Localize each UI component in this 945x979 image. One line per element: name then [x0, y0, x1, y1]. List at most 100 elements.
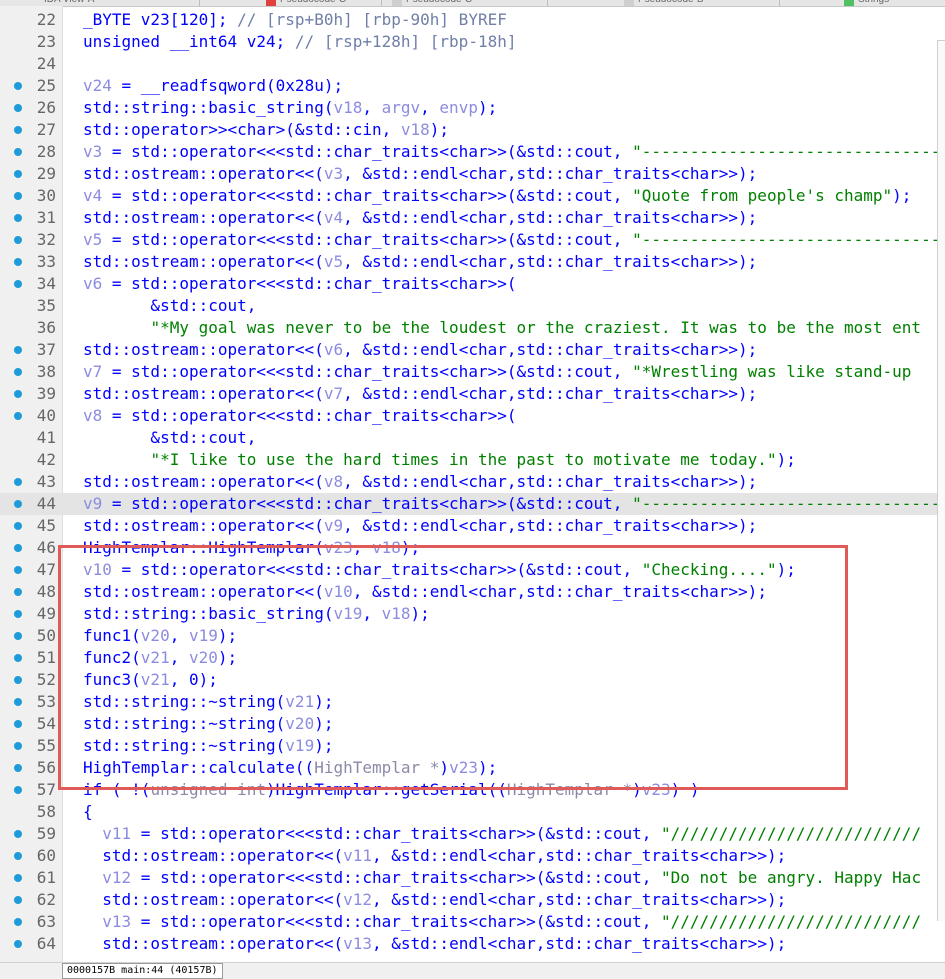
- code-line[interactable]: 58 {: [0, 801, 945, 823]
- line-number: 36: [36, 318, 56, 337]
- pseudocode-editor[interactable]: 22 _BYTE v23[120]; // [rsp+B0h] [rbp-90h]…: [0, 6, 945, 962]
- code-line[interactable]: 63 v13 = std::operator<<<std::char_trait…: [0, 911, 945, 933]
- breakpoint-dot-icon[interactable]: [14, 918, 22, 926]
- breakpoint-dot-icon[interactable]: [14, 280, 22, 288]
- breakpoint-dot-icon[interactable]: [14, 192, 22, 200]
- code-lines: 22 _BYTE v23[120]; // [rsp+B0h] [rbp-90h]…: [0, 9, 945, 955]
- breakpoint-dot-icon[interactable]: [14, 830, 22, 838]
- code-line[interactable]: 39 std::ostream::operator<<(v7, &std::end…: [0, 383, 945, 405]
- breakpoint-dot-icon[interactable]: [14, 522, 22, 530]
- code-text: std::ostream::operator<<(v3, &std::endl<…: [83, 163, 757, 185]
- code-line[interactable]: 22 _BYTE v23[120]; // [rsp+B0h] [rbp-90h]…: [0, 9, 945, 31]
- highlight-annotation-box: [58, 545, 848, 790]
- breakpoint-dot-icon[interactable]: [14, 544, 22, 552]
- variable-token: v9: [83, 494, 103, 513]
- code-text: std::ostream::operator<<(v12, &std::endl…: [83, 889, 786, 911]
- code-line[interactable]: 37 std::ostream::operator<<(v6, &std::end…: [0, 339, 945, 361]
- breakpoint-dot-icon[interactable]: [14, 236, 22, 244]
- code-line[interactable]: 32 v5 = std::operator<<<std::char_traits<…: [0, 229, 945, 251]
- code-line[interactable]: 40 v8 = std::operator<<<std::char_traits<…: [0, 405, 945, 427]
- code-text: std::operator>><char>(&std::cin, v18);: [83, 119, 449, 141]
- breakpoint-dot-icon[interactable]: [14, 566, 22, 574]
- breakpoint-dot-icon[interactable]: [14, 104, 22, 112]
- code-line[interactable]: 62 std::ostream::operator<<(v12, &std::e…: [0, 889, 945, 911]
- code-line[interactable]: 43 std::ostream::operator<<(v8, &std::end…: [0, 471, 945, 493]
- breakpoint-dot-icon[interactable]: [14, 676, 22, 684]
- code-token: , &std::endl<char,std::char_traits<char>…: [343, 516, 758, 535]
- code-line[interactable]: 34 v6 = std::operator<<<std::char_traits<…: [0, 273, 945, 295]
- breakpoint-dot-icon[interactable]: [14, 214, 22, 222]
- code-token: );: [429, 120, 450, 139]
- code-line[interactable]: 23 unsigned __int64 v24; // [rsp+128h] [r…: [0, 31, 945, 53]
- breakpoint-dot-icon[interactable]: [14, 368, 22, 376]
- breakpoint-dot-icon[interactable]: [14, 126, 22, 134]
- breakpoint-dot-icon[interactable]: [14, 82, 22, 90]
- tab-label: IDA View-A: [44, 0, 94, 5]
- code-line[interactable]: 61 v12 = std::operator<<<std::char_trait…: [0, 867, 945, 889]
- breakpoint-dot-icon[interactable]: [14, 632, 22, 640]
- code-line[interactable]: 29 std::ostream::operator<<(v3, &std::end…: [0, 163, 945, 185]
- line-number: 63: [36, 912, 56, 931]
- breakpoint-dot-icon[interactable]: [14, 258, 22, 266]
- code-token: , &std::endl<char,std::char_traits<char>…: [343, 208, 758, 227]
- string-literal: "*I like to use the hard times in the pa…: [150, 450, 777, 469]
- line-number: 61: [36, 868, 56, 887]
- code-line[interactable]: 59 v11 = std::operator<<<std::char_trait…: [0, 823, 945, 845]
- variable-token: v11: [343, 846, 372, 865]
- code-text: std::ostream::operator<<(v5, &std::endl<…: [83, 251, 757, 273]
- code-line[interactable]: 38 v7 = std::operator<<<std::char_traits<…: [0, 361, 945, 383]
- breakpoint-dot-icon[interactable]: [14, 896, 22, 904]
- breakpoint-dot-icon[interactable]: [14, 742, 22, 750]
- variable-token: v6: [83, 274, 103, 293]
- code-line[interactable]: 24: [0, 53, 945, 75]
- code-token: = std::operator<<<std::char_traits<char>…: [102, 142, 633, 161]
- code-text: v24 = __readfsqword(0x28u);: [83, 75, 343, 97]
- code-line[interactable]: 26 std::string::basic_string(v18, argv, e…: [0, 97, 945, 119]
- breakpoint-dot-icon[interactable]: [14, 346, 22, 354]
- code-line[interactable]: 41 &std::cout,: [0, 427, 945, 449]
- code-token: std::ostream::operator<<(: [83, 934, 344, 953]
- code-line[interactable]: 44 v9 = std::operator<<<std::char_traits<…: [0, 493, 945, 515]
- string-literal: "*Wrestling was like stand-up: [632, 362, 912, 381]
- code-line[interactable]: 60 std::ostream::operator<<(v11, &std::e…: [0, 845, 945, 867]
- code-token: unsigned __int64 v24;: [83, 32, 295, 51]
- code-line[interactable]: 30 v4 = std::operator<<<std::char_traits<…: [0, 185, 945, 207]
- code-line[interactable]: 27 std::operator>><char>(&std::cin, v18);: [0, 119, 945, 141]
- breakpoint-dot-icon[interactable]: [14, 786, 22, 794]
- breakpoint-dot-icon[interactable]: [14, 588, 22, 596]
- code-line[interactable]: 28 v3 = std::operator<<<std::char_traits<…: [0, 141, 945, 163]
- tab-label: Strings: [858, 0, 889, 5]
- line-number: 41: [36, 428, 56, 447]
- code-token: std::ostream::operator<<(: [83, 164, 324, 183]
- breakpoint-dot-icon[interactable]: [14, 852, 22, 860]
- breakpoint-dot-icon[interactable]: [14, 654, 22, 662]
- breakpoint-dot-icon[interactable]: [14, 412, 22, 420]
- breakpoint-dot-icon[interactable]: [14, 500, 22, 508]
- code-line[interactable]: 31 std::ostream::operator<<(v4, &std::end…: [0, 207, 945, 229]
- breakpoint-dot-icon[interactable]: [14, 610, 22, 618]
- code-line[interactable]: 45 std::ostream::operator<<(v9, &std::end…: [0, 515, 945, 537]
- breakpoint-dot-icon[interactable]: [14, 874, 22, 882]
- code-line[interactable]: 64 std::ostream::operator<<(v13, &std::e…: [0, 933, 945, 955]
- breakpoint-dot-icon[interactable]: [14, 720, 22, 728]
- code-token: std::ostream::operator<<(: [83, 384, 324, 403]
- breakpoint-dot-icon[interactable]: [14, 764, 22, 772]
- breakpoint-dot-icon[interactable]: [14, 170, 22, 178]
- breakpoint-dot-icon[interactable]: [14, 148, 22, 156]
- code-line[interactable]: 35 &std::cout,: [0, 295, 945, 317]
- code-line[interactable]: 36 "*My goal was never to be the loudest…: [0, 317, 945, 339]
- breakpoint-dot-icon[interactable]: [14, 698, 22, 706]
- variable-token: v12: [343, 890, 372, 909]
- code-line[interactable]: 33 std::ostream::operator<<(v5, &std::end…: [0, 251, 945, 273]
- code-line[interactable]: 25 v24 = __readfsqword(0x28u);: [0, 75, 945, 97]
- breakpoint-dot-icon[interactable]: [14, 478, 22, 486]
- code-token: std::ostream::operator<<(: [83, 516, 324, 535]
- variable-token: v3: [83, 142, 103, 161]
- breakpoint-dot-icon[interactable]: [14, 940, 22, 948]
- code-line[interactable]: 42 "*I like to use the hard times in the…: [0, 449, 945, 471]
- breakpoint-dot-icon[interactable]: [14, 390, 22, 398]
- line-number: 35: [36, 296, 56, 315]
- line-number: 49: [36, 604, 56, 623]
- line-number: 26: [36, 98, 56, 117]
